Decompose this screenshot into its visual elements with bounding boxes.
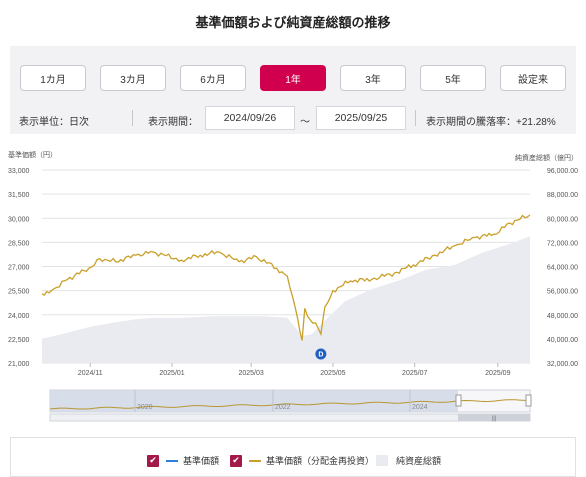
- left-tick-label: 22,500: [8, 337, 30, 344]
- navigator-year-label: 2022: [275, 404, 291, 411]
- x-tick-label: 2025/05: [320, 370, 345, 377]
- x-tick-label: 2025/03: [238, 370, 263, 377]
- display-settings-row: 表示単位：日次 表示期間： 2024/09/26 ～ 2025/09/25 表示…: [10, 104, 576, 134]
- left-tick-label: 27,000: [8, 265, 30, 272]
- distribution-marker-label: D: [318, 352, 323, 359]
- left-axis-title: 基準価額（円）: [8, 150, 57, 159]
- display-unit-label: 表示単位：日次: [19, 117, 89, 128]
- divider: [415, 110, 416, 126]
- right-tick-label: 32,000.00: [547, 361, 578, 368]
- right-tick-label: 72,000.00: [547, 240, 578, 247]
- nav-chart: 基準価額（円） 純資産総額（億円） 21,000 32,000.00 22,500 40,…: [8, 150, 578, 422]
- left-tick-label: 30,000: [8, 216, 30, 223]
- navigator-year-label: 2024: [412, 404, 428, 411]
- x-tick-label: 2025/07: [402, 370, 427, 377]
- period-3m-button[interactable]: 3カ月: [100, 65, 166, 91]
- legend-label-nav: 基準価額: [183, 456, 220, 466]
- left-tick-label: 24,000: [8, 313, 30, 320]
- left-tick-label: 28,500: [8, 240, 30, 247]
- x-tick-label: 2024/11: [78, 370, 103, 377]
- period-change-rate: 表示期間の騰落率：+21.28%: [426, 117, 556, 128]
- aum-area: [42, 236, 530, 363]
- left-tick-label: 21,000: [8, 361, 30, 368]
- left-tick-label: 33,000: [8, 168, 30, 175]
- chart-title: 基準価額および純資産総額の推移: [195, 15, 391, 30]
- period-3y-button[interactable]: 3年: [340, 65, 406, 91]
- period-since-inception-button[interactable]: 設定来: [500, 65, 566, 91]
- range-tilde: ～: [300, 117, 310, 128]
- left-tick-label: 31,500: [8, 192, 30, 199]
- legend: ✔ 基準価額 ✔ 基準価額（分配金再投資） 純資産総額: [10, 437, 576, 477]
- right-tick-label: 64,000.00: [547, 265, 578, 272]
- end-date-field[interactable]: 2025/09/25: [316, 106, 406, 130]
- navigator-year-label: 2020: [137, 404, 153, 411]
- navigator-mask: [50, 390, 458, 412]
- legend-item-nav-reinvest[interactable]: ✔ 基準価額（分配金再投資）: [230, 454, 374, 467]
- right-tick-label: 96,000.00: [547, 168, 578, 175]
- right-tick-label: 40,000.00: [547, 337, 578, 344]
- gold-line-icon: [249, 459, 261, 462]
- control-panel: 1カ月 3カ月 6カ月 1年 3年 5年 設定来 表示単位：日次 表示期間： 2…: [10, 46, 576, 134]
- right-tick-label: 48,000.00: [547, 313, 578, 320]
- divider: [132, 110, 133, 126]
- period-1y-button[interactable]: 1年: [260, 65, 326, 91]
- right-tick-label: 88,000.00: [547, 192, 578, 199]
- navigator-handle[interactable]: [455, 394, 462, 407]
- legend-item-aum[interactable]: 純資産総額: [376, 454, 441, 467]
- period-1m-button[interactable]: 1カ月: [20, 65, 86, 91]
- display-period-label: 表示期間：: [148, 117, 198, 128]
- navigator-handle[interactable]: [525, 394, 532, 407]
- x-tick-label: 2025/01: [159, 370, 184, 377]
- left-tick-label: 25,500: [8, 289, 30, 296]
- legend-item-nav[interactable]: ✔ 基準価額: [147, 454, 219, 467]
- checkbox-checked-icon[interactable]: ✔: [147, 454, 159, 467]
- checkbox-checked-icon[interactable]: ✔: [230, 454, 242, 467]
- right-tick-label: 56,000.00: [547, 289, 578, 296]
- blue-line-icon: [166, 459, 178, 462]
- grip-icon: |||: [492, 416, 497, 422]
- period-5y-button[interactable]: 5年: [420, 65, 486, 91]
- area-swatch-icon: [376, 455, 388, 466]
- legend-label-nav-reinvest: 基準価額（分配金再投資）: [266, 456, 375, 466]
- x-tick-label: 2025/09: [485, 370, 510, 377]
- right-axis-title: 純資産総額（億円）: [515, 153, 578, 162]
- period-selector: 1カ月 3カ月 6カ月 1年 3年 5年 設定来: [20, 65, 566, 91]
- start-date-field[interactable]: 2024/09/26: [205, 106, 295, 130]
- right-tick-label: 80,000.00: [547, 216, 578, 223]
- period-6m-button[interactable]: 6カ月: [180, 65, 246, 91]
- legend-label-aum: 純資産総額: [396, 456, 442, 466]
